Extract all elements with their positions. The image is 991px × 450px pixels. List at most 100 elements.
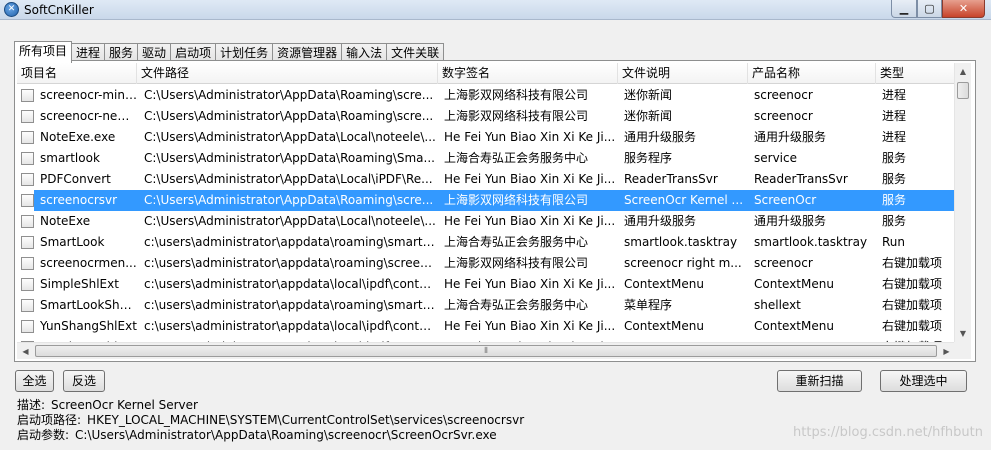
row-description: 通用升级服务 (624, 214, 697, 228)
detail-startup-args: 启动参数: C:\Users\Administrator\AppData\Roam… (17, 426, 497, 443)
row-checkbox[interactable] (21, 194, 34, 207)
column-header-path[interactable]: 文件路径 (137, 63, 438, 84)
row-type: 右键加载项 (882, 319, 943, 333)
row-checkbox[interactable] (21, 236, 34, 249)
item-list[interactable]: 项目名 文件路径 数字签名 文件说明 产品名称 类型 screenocr-min… (17, 63, 972, 359)
column-header-type[interactable]: 类型 (876, 63, 957, 84)
row-path: C:\Users\Administrator\AppData\Roaming\S… (144, 151, 435, 165)
row-product: service (754, 151, 797, 165)
row-description: ScreenOcr Kernel ... (624, 193, 744, 207)
row-product: ContextMenu (754, 277, 834, 291)
row-type: 右键加载项 (882, 256, 943, 270)
scroll-right-icon[interactable]: ▶ (938, 343, 955, 359)
row-type: 右键加载项 (882, 298, 943, 312)
column-header-name[interactable]: 项目名 (17, 63, 137, 84)
row-path: c:\users\administrator\appdata\roaming\s… (144, 235, 437, 249)
row-description: 迷你新闻 (624, 88, 673, 102)
row-signature: 上海合寿弘正会务服务中心 (444, 235, 589, 249)
table-row[interactable]: smartlook C:\Users\Administrator\AppData\… (17, 148, 957, 169)
row-name: PDFConvert (40, 172, 111, 186)
row-checkbox[interactable] (21, 320, 34, 333)
row-type: 服务 (882, 151, 907, 165)
row-path: c:\users\administrator\appdata\roaming\s… (144, 256, 437, 270)
row-signature: He Fei Yun Biao Xin Xi Ke Ji... (444, 172, 616, 186)
row-product: ReaderTransSvr (754, 172, 848, 186)
row-checkbox[interactable] (21, 257, 34, 270)
row-type: 进程 (882, 109, 907, 123)
row-signature: 上海影双网络科技有限公司 (444, 193, 589, 207)
row-description: 迷你新闻 (624, 109, 673, 123)
row-name: smartlook (40, 151, 100, 165)
row-name: screenocr-new... (40, 109, 137, 123)
column-header-description[interactable]: 文件说明 (618, 63, 748, 84)
invert-selection-button[interactable]: 反选 (63, 370, 105, 392)
minimize-button[interactable]: ▁ (891, 0, 917, 18)
row-name: YunShangShlExt (40, 319, 137, 333)
table-row[interactable]: NoteExe.exe C:\Users\Administrator\AppDat… (17, 127, 957, 148)
startup-path-label: 启动项路径: (17, 413, 82, 427)
scroll-up-icon[interactable]: ▲ (955, 63, 971, 80)
table-row[interactable]: SimpleShlExt c:\users\administrator\appda… (17, 274, 957, 295)
horizontal-scroll-thumb[interactable]: ⦀ (35, 345, 937, 357)
description-value: ScreenOcr Kernel Server (51, 398, 198, 412)
table-row[interactable]: SmartLook c:\users\administrator\appdata\… (17, 232, 957, 253)
window-controls: ▁ ▢ ✕ (891, 0, 985, 18)
table-row[interactable]: screenocr-mini... C:\Users\Administrator\… (17, 85, 957, 106)
row-product: screenocr (754, 256, 813, 270)
row-type: 服务 (882, 214, 907, 228)
row-type: 服务 (882, 172, 907, 186)
row-checkbox[interactable] (21, 278, 34, 291)
row-product: shellext (754, 298, 801, 312)
rescan-button[interactable]: 重新扫描 (777, 370, 862, 392)
row-name: SimpleShlExt (40, 277, 119, 291)
table-row[interactable]: PDFConvert C:\Users\Administrator\AppData… (17, 169, 957, 190)
row-product: screenocr (754, 109, 813, 123)
row-checkbox[interactable] (21, 173, 34, 186)
startup-args-value: C:\Users\Administrator\AppData\Roaming\s… (75, 428, 497, 442)
horizontal-scrollbar[interactable]: ◀ ⦀ ▶ (17, 342, 955, 359)
row-checkbox[interactable] (21, 110, 34, 123)
tab-all-items[interactable]: 所有项目 (14, 41, 73, 63)
row-description: ContextMenu (624, 319, 704, 333)
table-row[interactable]: screenocrsvr C:\Users\Administrator\AppDa… (17, 190, 957, 211)
table-row[interactable]: YunShangShlExt c:\users\administrator\app… (17, 316, 957, 337)
select-all-button[interactable]: 全选 (15, 370, 54, 392)
scroll-left-icon[interactable]: ◀ (17, 343, 34, 359)
row-path: C:\Users\Administrator\AppData\Local\not… (144, 130, 436, 144)
row-product: ScreenOcr (754, 193, 817, 207)
row-product: ContextMenu (754, 319, 834, 333)
row-signature: 上海合寿弘正会务服务中心 (444, 151, 589, 165)
table-row[interactable]: SmartLookShel... c:\users\administrator\a… (17, 295, 957, 316)
startup-path-value: HKEY_LOCAL_MACHINE\SYSTEM\CurrentControl… (87, 413, 525, 427)
row-description: smartlook.tasktray (624, 235, 738, 249)
title-bar: ✕ SoftCnKiller ▁ ▢ ✕ (0, 0, 991, 20)
row-signature: 上海影双网络科技有限公司 (444, 256, 589, 270)
row-name: screenocrsvr (40, 193, 118, 207)
process-selected-button[interactable]: 处理选中 (880, 370, 967, 392)
row-signature: He Fei Yun Biao Xin Xi Ke Ji... (444, 130, 616, 144)
vertical-scrollbar[interactable]: ▲ ▼ (954, 63, 971, 342)
watermark: https://blog.csdn.net/hfhbutn (793, 425, 983, 440)
row-checkbox[interactable] (21, 89, 34, 102)
tab-strip: 所有项目 进程 服务 驱动 启动项 计划任务 资源管理器 输入法 文件关联 (14, 41, 445, 63)
row-description: 菜单程序 (624, 298, 673, 312)
table-row[interactable]: screenocrmen... c:\users\administrator\ap… (17, 253, 957, 274)
maximize-button[interactable]: ▢ (917, 0, 942, 18)
row-checkbox[interactable] (21, 215, 34, 228)
row-checkbox[interactable] (21, 131, 34, 144)
scrollbar-corner (954, 342, 971, 359)
table-row[interactable]: screenocr-new... C:\Users\Administrator\A… (17, 106, 957, 127)
table-row[interactable]: NoteExe C:\Users\Administrator\AppData\Lo… (17, 211, 957, 232)
row-signature: 上海影双网络科技有限公司 (444, 109, 589, 123)
row-path: C:\Users\Administrator\AppData\Local\not… (144, 214, 436, 228)
column-header-signature[interactable]: 数字签名 (438, 63, 618, 84)
column-header-product[interactable]: 产品名称 (748, 63, 876, 84)
row-checkbox[interactable] (21, 152, 34, 165)
app-logo-icon: ✕ (4, 2, 19, 17)
scroll-down-icon[interactable]: ▼ (955, 325, 971, 342)
description-label: 描述: (17, 398, 46, 412)
vertical-scroll-thumb[interactable] (957, 82, 969, 99)
row-checkbox[interactable] (21, 299, 34, 312)
row-type: 服务 (882, 193, 907, 207)
close-button[interactable]: ✕ (942, 0, 985, 18)
